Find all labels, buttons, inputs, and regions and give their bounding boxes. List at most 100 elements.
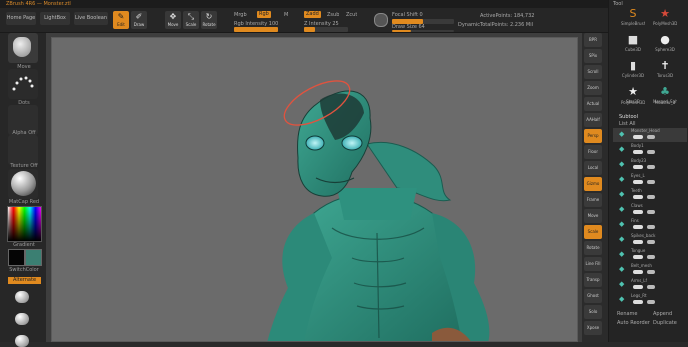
solo-button[interactable]: Solo: [584, 305, 602, 319]
subtool-header[interactable]: Subtool: [619, 114, 638, 120]
visibility-icon: [633, 180, 643, 184]
stroke-thumbnail[interactable]: [8, 69, 38, 99]
scroll-button[interactable]: Scroll: [584, 65, 602, 79]
duplicate-button[interactable]: Duplicate: [653, 320, 677, 326]
brush-icon: [13, 37, 31, 57]
subtool-row[interactable]: ◆ Body23: [613, 158, 687, 172]
subtool-row[interactable]: ◆ Monster_Head: [613, 128, 687, 142]
local-button[interactable]: Local: [584, 161, 602, 175]
zsub-toggle[interactable]: Zsub: [327, 12, 339, 18]
rotate-view-button[interactable]: Rotate: [584, 241, 602, 255]
zadd-toggle[interactable]: Zadd: [304, 11, 321, 18]
rgb-intensity-slider[interactable]: [234, 27, 278, 32]
tool-torus3d[interactable]: ✝ Torus3D: [653, 58, 677, 80]
visibility-icon: [633, 300, 643, 304]
texture-thumbnail[interactable]: [8, 135, 38, 165]
list-all-button[interactable]: List All: [619, 121, 636, 127]
line-fill-button[interactable]: Line Fill: [584, 257, 602, 271]
gradient-label[interactable]: Gradient: [4, 242, 44, 248]
mini-sphere-3[interactable]: [15, 335, 29, 347]
subtool-row[interactable]: ◆ Tongue: [613, 248, 687, 262]
tool-polymesh3d-1[interactable]: PolyMesh3D_1: [621, 100, 645, 110]
rotate-mode-button[interactable]: ↻ Rotate: [201, 11, 217, 29]
floor-button[interactable]: Floor: [584, 145, 602, 159]
tool-cylinder3d[interactable]: ▮ Cylinder3D: [621, 58, 645, 80]
z-intensity-slider[interactable]: [304, 27, 348, 32]
dynamic-toggle[interactable]: Dynamic: [458, 22, 480, 28]
mini-sphere-2[interactable]: [15, 313, 29, 325]
mrgb-toggle[interactable]: Mrgb: [234, 12, 247, 18]
visibility-icon: [633, 285, 643, 289]
color-picker-mini[interactable]: [374, 13, 388, 27]
rotate-icon: ↻: [205, 12, 213, 21]
subtool-mesh-icon: ◆: [619, 280, 625, 288]
tab-lightbox[interactable]: LightBox: [40, 12, 70, 25]
zoom-button[interactable]: Zoom: [584, 81, 602, 95]
subtool-row[interactable]: ◆ Fins: [613, 218, 687, 232]
torus-icon: ✝: [660, 59, 670, 72]
gizmo-button[interactable]: Gizmo: [584, 177, 602, 191]
scale-mode-button[interactable]: ⤡ Scale: [183, 11, 199, 29]
sphere-icon: ●: [660, 33, 670, 46]
xpose-button[interactable]: Xpose: [584, 321, 602, 335]
brush-thumbnail[interactable]: [8, 33, 38, 63]
subtool-row[interactable]: ◆ Teeth: [613, 188, 687, 202]
tool-polymesh3d[interactable]: ★ PolyMesh3D: [653, 6, 677, 28]
zcut-toggle[interactable]: Zcut: [346, 12, 357, 18]
title-bar: ZBrush 4R6 — Monster.ztl: [0, 0, 688, 8]
tool-cube3d[interactable]: ■ Cube3D: [621, 32, 645, 54]
m-toggle[interactable]: M: [284, 12, 288, 18]
primary-color-swatch[interactable]: [8, 249, 25, 266]
document-canvas[interactable]: [51, 37, 578, 342]
subtool-row[interactable]: ◆ Claws: [613, 203, 687, 217]
material-thumbnail[interactable]: [8, 169, 38, 199]
merged-sphere-icon: ♣: [660, 85, 670, 98]
material-sphere-icon: [11, 171, 36, 196]
tool-monster-1[interactable]: Monster_1: [653, 100, 677, 110]
ghost-button[interactable]: Ghost: [584, 289, 602, 303]
left-shelf: Move Dots Alpha Off Texture Off MatCap R…: [0, 33, 46, 347]
subtool-mesh-icon: ◆: [619, 220, 625, 228]
subtool-row[interactable]: ◆ Spikes_back: [613, 233, 687, 247]
tab-live-boolean[interactable]: Live Boolean: [74, 12, 108, 25]
star-icon: ★: [628, 85, 638, 98]
alternate-button[interactable]: Alternate: [8, 277, 41, 284]
rename-button[interactable]: Rename: [617, 311, 638, 317]
rgb-toggle[interactable]: Rgb: [257, 11, 271, 18]
persp-button[interactable]: Persp: [584, 129, 602, 143]
top-shelf: Home Page LightBox Live Boolean ✎ Edit ✐ D…: [0, 8, 688, 33]
monster-model[interactable]: [52, 38, 578, 342]
frame-button[interactable]: Frame: [584, 193, 602, 207]
mini-sphere-1[interactable]: [15, 291, 29, 303]
bpr-button[interactable]: BPR: [584, 33, 602, 47]
spix-button[interactable]: SPix: [584, 49, 602, 63]
subtool-row[interactable]: ◆ Legs_Rt: [613, 293, 687, 307]
aahalf-button[interactable]: AAHalf: [584, 113, 602, 127]
cube-icon: ■: [627, 33, 639, 46]
draw-mode-button[interactable]: ✐ Draw: [131, 11, 147, 29]
subtool-row[interactable]: ◆ Eyes_L: [613, 173, 687, 187]
tab-home-page[interactable]: Home Page: [6, 12, 36, 25]
polypaint-icon: [647, 270, 655, 274]
tool-simplebrush[interactable]: S SimpleBrush: [621, 6, 645, 28]
color-picker[interactable]: [7, 206, 42, 242]
move-mode-button[interactable]: ✥ Move: [165, 11, 181, 29]
move-view-button[interactable]: Move: [584, 209, 602, 223]
tool-sphere3d[interactable]: ● Sphere3D: [653, 32, 677, 54]
switch-color-button[interactable]: SwitchColor: [4, 267, 44, 273]
actual-button[interactable]: Actual: [584, 97, 602, 111]
total-points: TotalPoints: 2.236 Mil: [480, 22, 533, 28]
subtool-row[interactable]: ◆ Belt_mesh: [613, 263, 687, 277]
secondary-color-swatch[interactable]: [25, 249, 42, 266]
draw-size-slider[interactable]: [392, 30, 454, 32]
transp-button[interactable]: Transp: [584, 273, 602, 287]
subtool-row[interactable]: ◆ Body1: [613, 143, 687, 157]
active-points: ActivePoints: 184,732: [480, 13, 535, 19]
edit-mode-button[interactable]: ✎ Edit: [113, 11, 129, 29]
subtool-row[interactable]: ◆ Arms_Lf: [613, 278, 687, 292]
scale-view-button[interactable]: Scale: [584, 225, 602, 239]
subtool-mesh-icon: ◆: [619, 190, 625, 198]
auto-reorder-button[interactable]: Auto Reorder: [617, 320, 650, 326]
append-button[interactable]: Append: [653, 311, 672, 317]
subtool-mesh-icon: ◆: [619, 235, 625, 243]
